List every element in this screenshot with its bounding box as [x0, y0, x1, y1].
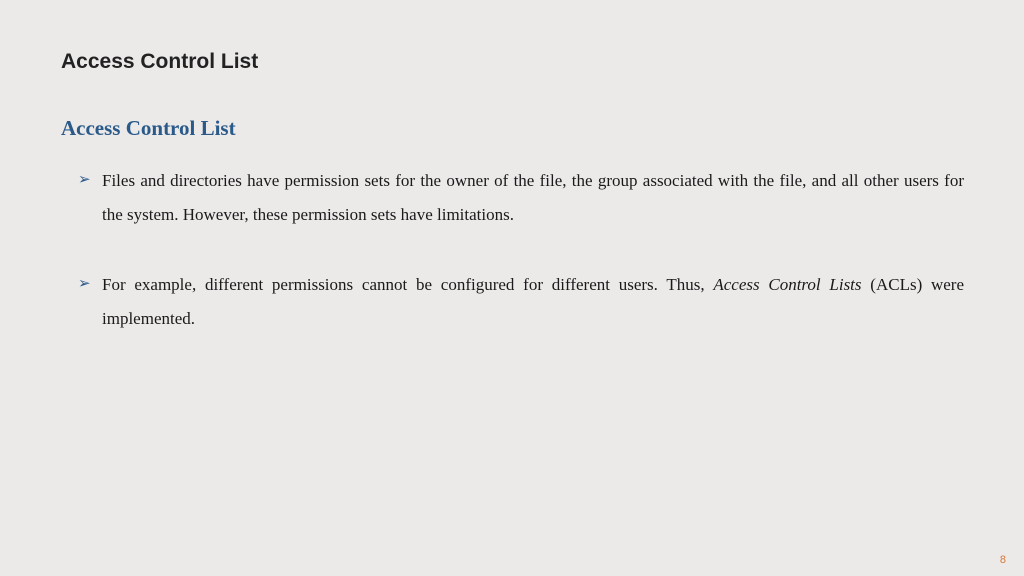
bullet-text: Files and directories have permission se… [102, 171, 964, 224]
bullet-list: ➢ Files and directories have permission … [78, 164, 964, 372]
chevron-right-icon: ➢ [78, 268, 91, 301]
bullet-item: ➢ Files and directories have permission … [78, 164, 964, 232]
bullet-item: ➢ For example, different permissions can… [78, 268, 964, 336]
slide-sub-title: Access Control List [61, 116, 236, 141]
bullet-text: For example, different permissions canno… [102, 275, 964, 328]
chevron-right-icon: ➢ [78, 164, 91, 197]
page-number: 8 [1000, 554, 1006, 566]
slide-main-title: Access Control List [61, 50, 258, 74]
